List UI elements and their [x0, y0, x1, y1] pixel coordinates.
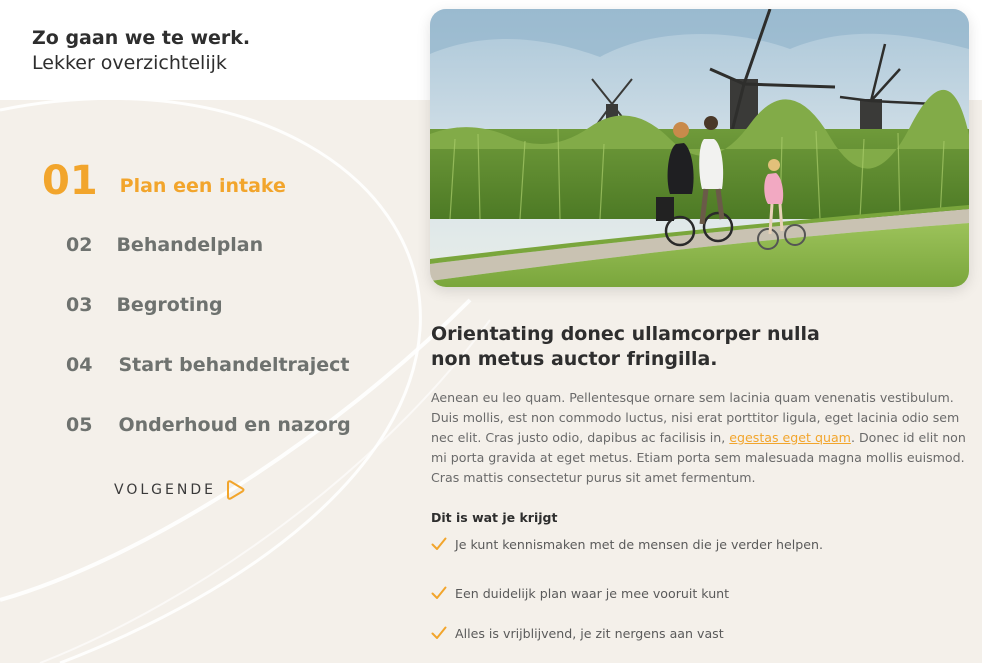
step-label: Onderhoud en nazorg	[118, 414, 351, 436]
cycling-windmills-photo	[430, 9, 969, 287]
step-number: 03	[66, 294, 93, 316]
step-item-4[interactable]: 04 Start behandeltraject	[66, 354, 350, 376]
step-number: 04	[66, 354, 93, 376]
section-title: Zo gaan we te werk.	[32, 27, 251, 49]
play-outline-icon	[226, 480, 245, 500]
content-heading: Orientating donec ullamcorper nulla non …	[431, 323, 820, 370]
benefit-text: Een duidelijk plan waar je mee vooruit k…	[455, 585, 730, 601]
list-item: Je kunt kennismaken met de mensen die je…	[431, 533, 971, 555]
step-item-2[interactable]: 02 Behandelplan	[66, 234, 263, 256]
next-button[interactable]: VOLGENDE	[114, 480, 246, 500]
benefits-heading: Dit is wat je krijgt	[431, 510, 558, 525]
step-label: Start behandeltraject	[118, 354, 350, 376]
content-panel: Orientating donec ullamcorper nulla non …	[431, 322, 971, 653]
step-label: Begroting	[116, 294, 223, 316]
step-item-5[interactable]: 05 Onderhoud en nazorg	[66, 414, 351, 436]
list-item: Alles is vrijblijvend, je zit nergens aa…	[431, 613, 971, 653]
step-label: Plan een intake	[119, 175, 286, 197]
check-icon	[431, 586, 447, 599]
check-icon	[431, 626, 447, 639]
step-number: 05	[66, 414, 93, 436]
step-number: 01	[42, 158, 98, 204]
next-label: VOLGENDE	[114, 482, 216, 498]
step-label: Behandelplan	[116, 234, 264, 256]
section-header: Zo gaan we te werk. Lekker overzichtelij…	[32, 26, 250, 76]
step-item-1[interactable]: 01 Plan een intake	[42, 158, 286, 204]
section-subtitle: Lekker overzichtelijk	[32, 52, 227, 74]
check-icon	[431, 537, 447, 550]
benefits-list: Je kunt kennismaken met de mensen die je…	[431, 533, 971, 653]
benefit-text: Alles is vrijblijvend, je zit nergens aa…	[455, 625, 724, 641]
benefit-text: Je kunt kennismaken met de mensen die je…	[455, 536, 823, 552]
content-paragraph: Aenean eu leo quam. Pellentesque ornare …	[431, 388, 966, 488]
step-item-3[interactable]: 03 Begroting	[66, 294, 223, 316]
list-item: Een duidelijk plan waar je mee vooruit k…	[431, 573, 971, 613]
inline-link[interactable]: egestas eget quam	[729, 430, 851, 445]
step-number: 02	[66, 234, 93, 256]
